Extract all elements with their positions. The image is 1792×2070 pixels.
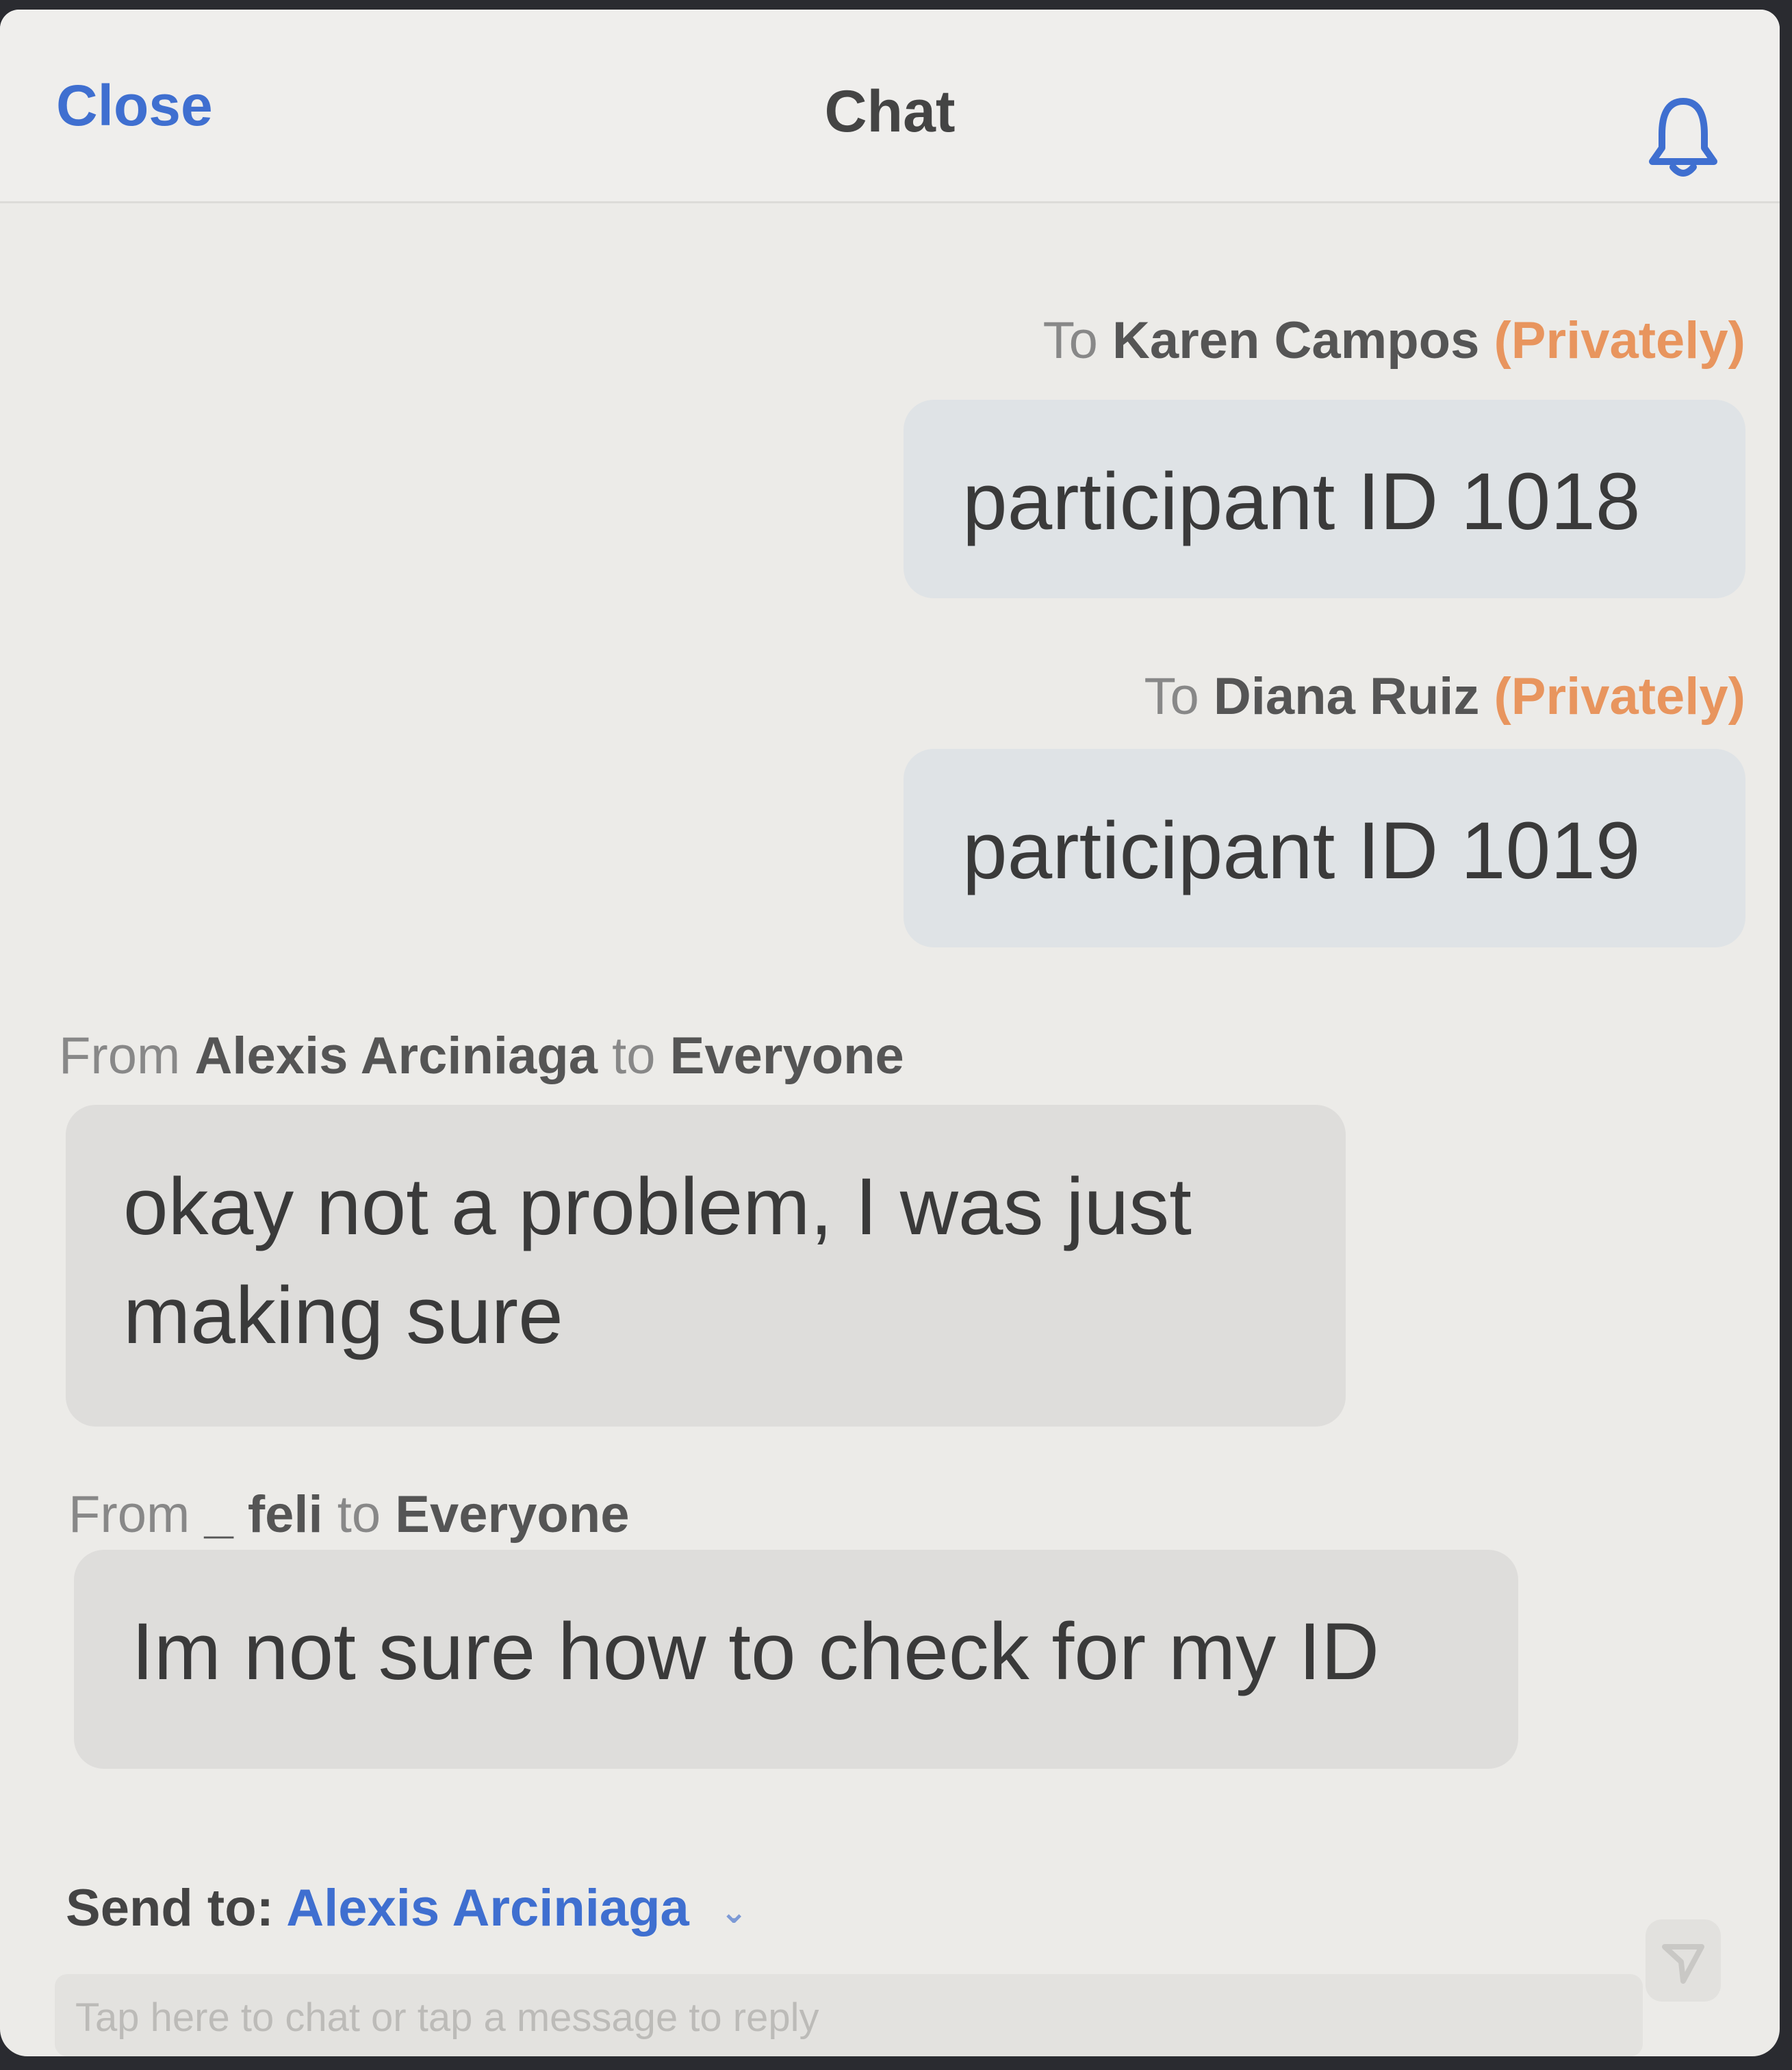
meta-connector: to (612, 1027, 656, 1085)
message-meta: To Karen Campos (Privately) (1043, 311, 1745, 370)
meta-prefix: From (68, 1485, 190, 1544)
meta-connector: to (337, 1485, 381, 1544)
message-meta: From Alexis Arciniaga to Everyone (59, 1026, 904, 1086)
message-bubble[interactable]: participant ID 1018 (904, 400, 1745, 598)
send-to-row: Send to: Alexis Arciniaga ⌄ (66, 1878, 747, 1938)
recipient-name: Everyone (395, 1485, 630, 1544)
message-bubble[interactable]: Im not sure how to check for my ID (74, 1550, 1518, 1769)
meta-prefix: To (1042, 311, 1098, 370)
message-list[interactable]: To Karen Campos (Privately) participant … (0, 208, 1780, 1830)
send-button[interactable] (1646, 1919, 1721, 2002)
message-meta: From _ feli to Everyone (68, 1485, 629, 1544)
send-to-label: Send to: (66, 1879, 274, 1937)
chat-header: Close Chat (0, 10, 1780, 203)
private-label: (Privately) (1494, 667, 1746, 726)
sender-name: Alexis Arciniaga (194, 1027, 598, 1085)
send-icon (1662, 1944, 1704, 1984)
recipient-name: Karen Campos (1112, 311, 1480, 370)
chat-screen: Close Chat To Karen Campos (Privately) p… (0, 10, 1780, 2056)
meta-prefix: To (1144, 667, 1199, 726)
message-text: Im not sure how to check for my ID (131, 1607, 1380, 1697)
recipient-selector[interactable]: Alexis Arciniaga (286, 1879, 689, 1937)
message-bubble[interactable]: okay not a problem, I was just making su… (66, 1105, 1346, 1427)
message-text: participant ID 1018 (962, 457, 1641, 547)
bell-icon[interactable] (1646, 92, 1721, 181)
message-meta: To Diana Ruiz (Privately) (1144, 667, 1745, 726)
message-text: participant ID 1019 (962, 806, 1641, 896)
sender-name: _ feli (204, 1485, 323, 1544)
recipient-name: Diana Ruiz (1213, 667, 1480, 726)
message-text: okay not a problem, I was just making su… (123, 1162, 1192, 1362)
chevron-down-icon[interactable]: ⌄ (720, 1894, 747, 1930)
recipient-name: Everyone (669, 1027, 904, 1085)
page-title: Chat (824, 79, 956, 144)
meta-prefix: From (59, 1027, 181, 1085)
chat-input-placeholder: Tap here to chat or tap a message to rep… (75, 1995, 819, 2040)
private-label: (Privately) (1494, 311, 1746, 370)
chat-input[interactable]: Tap here to chat or tap a message to rep… (55, 1974, 1643, 2056)
message-bubble[interactable]: participant ID 1019 (904, 749, 1745, 947)
